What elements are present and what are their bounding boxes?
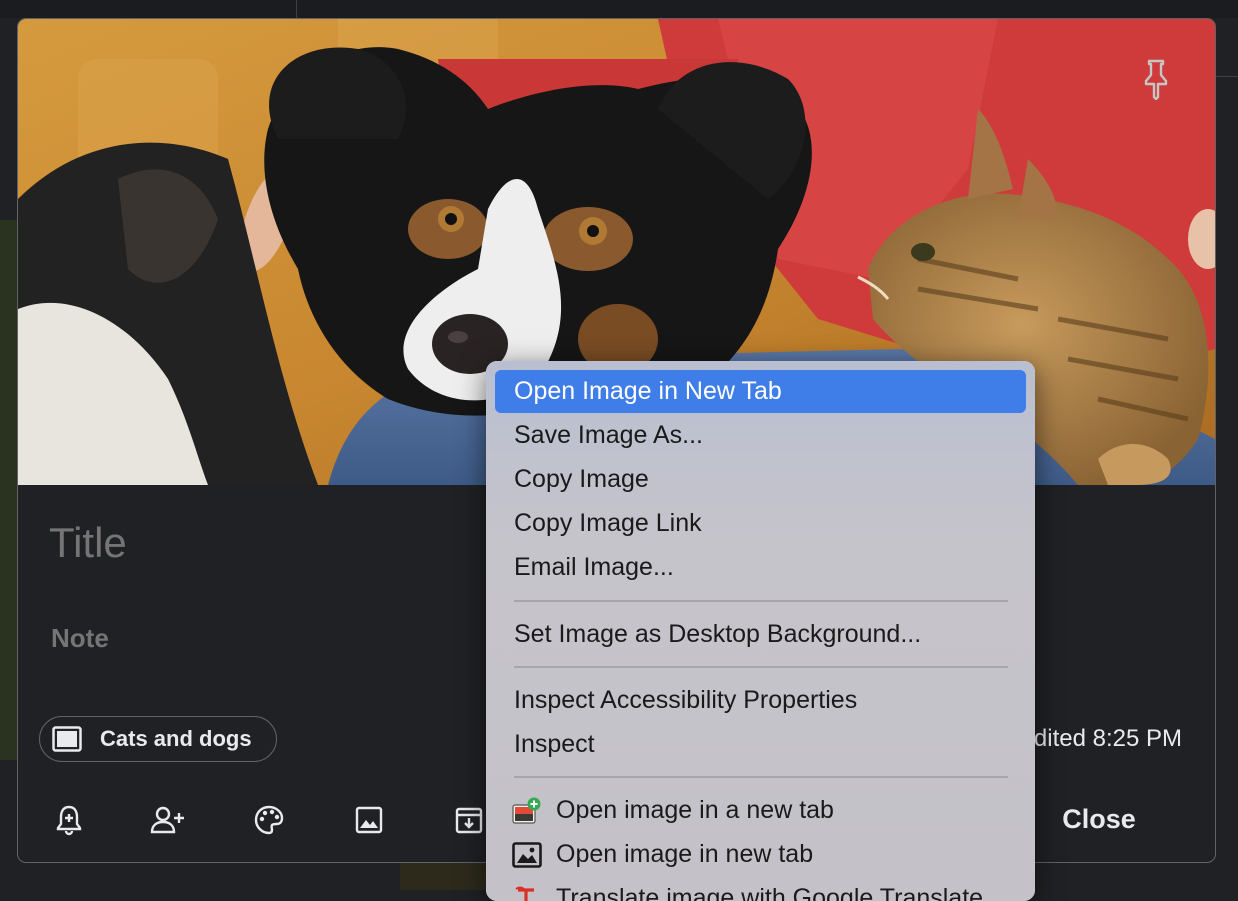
collaborator-icon <box>150 805 186 835</box>
note-body-input[interactable] <box>51 623 491 654</box>
menu-item-copy-image[interactable]: Copy Image <box>495 458 1026 501</box>
menu-item-save-image-as[interactable]: Save Image As... <box>495 414 1026 457</box>
background-note-edge <box>400 862 490 890</box>
menu-item-label: Open Image in New Tab <box>514 377 782 406</box>
background-options-button[interactable] <box>248 799 290 841</box>
menu-item-label: Email Image... <box>514 553 674 582</box>
menu-item-label: Save Image As... <box>514 421 703 450</box>
pin-icon <box>1141 58 1171 100</box>
pin-note-button[interactable] <box>1136 57 1176 101</box>
menu-item-translate-image[interactable]: Translate image with Google Translate <box>495 877 1026 901</box>
menu-item-label: Copy Image <box>514 465 649 494</box>
menu-item-set-desktop-background[interactable]: Set Image as Desktop Background... <box>495 613 1026 656</box>
label-chip-text: Cats and dogs <box>100 726 252 752</box>
label-icon <box>51 723 83 755</box>
menu-item-label: Inspect Accessibility Properties <box>514 686 857 715</box>
context-menu: Open Image in New Tab Save Image As... C… <box>486 361 1035 901</box>
menu-item-copy-image-link[interactable]: Copy Image Link <box>495 502 1026 545</box>
google-translate-icon <box>512 884 542 901</box>
image-plus-icon <box>512 796 542 826</box>
background-divider <box>1216 76 1238 77</box>
menu-item-open-image-new-tab[interactable]: Open Image in New Tab <box>495 370 1026 413</box>
menu-item-email-image[interactable]: Email Image... <box>495 546 1026 589</box>
menu-separator <box>514 776 1008 778</box>
note-title-input[interactable] <box>49 519 489 567</box>
menu-item-label: Inspect <box>514 730 595 759</box>
menu-item-extension-open-image-new-tab[interactable]: Open image in a new tab <box>495 789 1026 832</box>
archive-icon <box>454 805 484 835</box>
menu-item-label: Open image in new tab <box>556 840 813 869</box>
palette-icon <box>253 804 285 836</box>
label-chip[interactable]: Cats and dogs <box>39 716 277 762</box>
menu-item-label: Copy Image Link <box>514 509 702 538</box>
background-note-strip <box>0 220 17 760</box>
remind-me-button[interactable] <box>48 799 90 841</box>
add-image-icon <box>354 805 384 835</box>
app-topbar <box>0 0 1238 18</box>
image-frame-icon <box>512 840 542 870</box>
menu-item-inspect-accessibility[interactable]: Inspect Accessibility Properties <box>495 679 1026 722</box>
menu-item-label: Open image in a new tab <box>556 796 834 825</box>
topbar-divider <box>296 0 297 18</box>
menu-item-extension-open-image-tab[interactable]: Open image in new tab <box>495 833 1026 876</box>
close-button[interactable]: Close <box>1040 797 1158 841</box>
collaborator-button[interactable] <box>147 799 189 841</box>
menu-item-inspect[interactable]: Inspect <box>495 723 1026 766</box>
menu-separator <box>514 666 1008 668</box>
edited-timestamp: Edited 8:25 PM <box>1018 725 1182 753</box>
menu-separator <box>514 600 1008 602</box>
archive-button[interactable] <box>448 799 490 841</box>
menu-item-label: Translate image with Google Translate <box>556 884 983 901</box>
add-reminder-icon <box>54 804 84 836</box>
menu-item-label: Set Image as Desktop Background... <box>514 620 921 649</box>
add-image-button[interactable] <box>348 799 390 841</box>
